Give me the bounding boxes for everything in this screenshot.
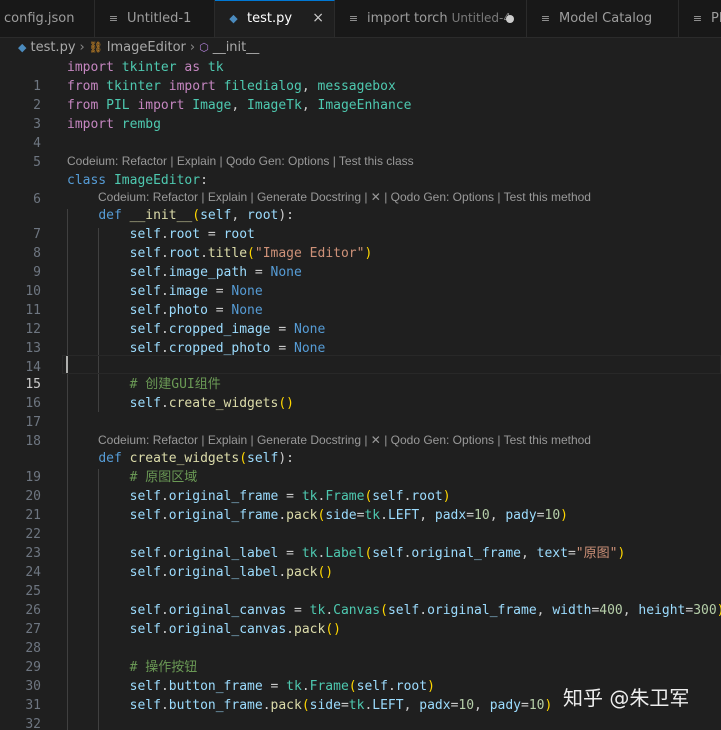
- code-text: self.image_path = None: [129, 265, 302, 280]
- code-line: 10 self.image_path = None: [0, 263, 721, 299]
- line-number: 5: [33, 155, 41, 170]
- python-icon: ◆: [229, 12, 238, 25]
- tab-label: Untitled-1: [127, 11, 192, 26]
- code-line: 22 self.original_frame.pack(side=tk.LEFT…: [0, 506, 721, 542]
- breadcrumb-method[interactable]: __init__: [213, 40, 260, 55]
- code-text: self.image = None: [129, 284, 263, 299]
- tab-label: import torch: [367, 11, 448, 26]
- codelens-create-widgets-method[interactable]: Codeium: Refactor | Explain | Generate D…: [98, 431, 591, 450]
- breadcrumb-class[interactable]: ImageEditor: [107, 40, 186, 55]
- file-lines-icon: ≡: [348, 12, 359, 25]
- codelens-class[interactable]: Codeium: Refactor | Explain | Qodo Gen: …: [67, 152, 414, 171]
- code-text: # 创建GUI组件: [129, 377, 221, 392]
- tab-label: config.json: [4, 11, 75, 26]
- code-line: 19 def create_widgets(self):: [0, 449, 721, 485]
- code-line: 33: [0, 715, 721, 730]
- tab-pla[interactable]: ≡ Pla: [679, 0, 721, 37]
- tab-label: Model Catalog: [559, 11, 653, 26]
- code-editor[interactable]: 1 import tkinter as tk 2 from tkinter im…: [0, 58, 721, 730]
- file-lines-icon: ≡: [692, 12, 703, 25]
- tab-model-catalog[interactable]: ≡ Model Catalog: [527, 0, 679, 37]
- code-line: 25 self.original_label.pack(): [0, 563, 721, 599]
- code-text: # 操作按钮: [129, 660, 198, 675]
- code-line: 15: [0, 356, 721, 392]
- close-icon[interactable]: ×: [312, 1, 324, 36]
- code-text: def create_widgets(self):: [98, 451, 294, 466]
- code-line: 28 self.original_canvas.pack(): [0, 620, 721, 656]
- code-text: self.button_frame = tk.Frame(self.root): [129, 679, 435, 694]
- code-text: self.root.title("Image Editor"): [129, 246, 373, 261]
- code-line: 8 self.root = root: [0, 225, 721, 261]
- code-text: def __init__(self, root):: [98, 208, 295, 223]
- code-line: 7 def __init__(self, root):: [0, 206, 721, 242]
- code-text: self.photo = None: [129, 303, 263, 318]
- code-text: self.original_label.pack(): [129, 565, 334, 580]
- code-line: 23: [0, 525, 721, 561]
- chevron-right-icon: ›: [189, 40, 196, 55]
- tab-import-torch[interactable]: ≡ import torch Untitled-4: [335, 0, 527, 37]
- code-line: 1 import tkinter as tk: [0, 58, 721, 94]
- code-line: 9 self.root.title("Image Editor"): [0, 244, 721, 280]
- tab-test-py[interactable]: ◆ test.py ×: [215, 0, 335, 37]
- code-text: self.original_canvas = tk.Canvas(self.or…: [129, 603, 721, 618]
- code-text: self.original_frame.pack(side=tk.LEFT, p…: [129, 508, 568, 523]
- tab-untitled-1[interactable]: ≡ Untitled-1: [95, 0, 215, 37]
- tab-label: Pla: [711, 11, 721, 26]
- python-icon: ◆: [18, 41, 27, 54]
- watermark: 知乎 @朱卫军: [563, 686, 690, 710]
- editor-tab-bar: config.json ≡ Untitled-1 ◆ test.py × ≡ impo…: [0, 0, 721, 38]
- chevron-right-icon: ›: [79, 40, 85, 55]
- code-text: import tkinter as tk: [67, 60, 224, 75]
- file-lines-icon: ≡: [108, 12, 119, 25]
- code-line: 12 self.photo = None: [0, 301, 721, 337]
- code-line: 11 self.image = None: [0, 282, 721, 318]
- code-text: self.original_frame = tk.Frame(self.root…: [129, 489, 451, 504]
- code-line: 21 self.original_frame = tk.Frame(self.r…: [0, 487, 721, 523]
- code-line: 29: [0, 639, 721, 675]
- tab-config-json[interactable]: config.json: [0, 0, 95, 37]
- code-line: 5: [0, 134, 721, 170]
- code-text: self.root = root: [129, 227, 255, 242]
- code-line: 26: [0, 582, 721, 618]
- code-line: 4 import rembg: [0, 115, 721, 151]
- class-symbol-icon: ⛓: [88, 41, 103, 54]
- breadcrumb-file[interactable]: test.py: [30, 40, 75, 55]
- method-symbol-icon: ⬡: [199, 41, 209, 54]
- code-text: self.cropped_image = None: [129, 322, 326, 337]
- code-line: 13 self.cropped_image = None: [0, 320, 721, 356]
- codelens-init-method[interactable]: Codeium: Refactor | Explain | Generate D…: [98, 188, 591, 207]
- code-line: 2 from tkinter import filedialog, messag…: [0, 77, 721, 113]
- code-line: 16 # 创建GUI组件: [0, 375, 721, 411]
- tab-label: test.py: [247, 11, 293, 26]
- code-text: # 原图区域: [129, 470, 198, 485]
- code-text: import rembg: [67, 117, 161, 132]
- tab-subtitle: Untitled-4: [451, 11, 511, 25]
- code-line: 24 self.original_label = tk.Label(self.o…: [0, 544, 721, 580]
- code-text: self.create_widgets(): [129, 396, 294, 411]
- code-text: from tkinter import filedialog, messageb…: [67, 79, 396, 94]
- file-lines-icon: ≡: [540, 12, 551, 25]
- code-line: 20 # 原图区域: [0, 468, 721, 504]
- code-text: from PIL import Image, ImageTk, ImageEnh…: [67, 98, 412, 113]
- unsaved-dot-icon[interactable]: [506, 15, 514, 23]
- code-text: self.original_canvas.pack(): [129, 622, 341, 637]
- code-line: 27 self.original_canvas = tk.Canvas(self…: [0, 601, 721, 637]
- code-line: 17 self.create_widgets(): [0, 394, 721, 430]
- code-line: 18: [0, 413, 721, 449]
- code-text: self.original_label = tk.Label(self.orig…: [129, 546, 626, 561]
- code-line: 30 # 操作按钮: [0, 658, 721, 694]
- code-line: 3 from PIL import Image, ImageTk, ImageE…: [0, 96, 721, 132]
- breadcrumb: ◆ test.py › ⛓ ImageEditor › ⬡ __init__: [0, 37, 721, 58]
- code-text: self.button_frame.pack(side=tk.LEFT, pad…: [129, 698, 553, 713]
